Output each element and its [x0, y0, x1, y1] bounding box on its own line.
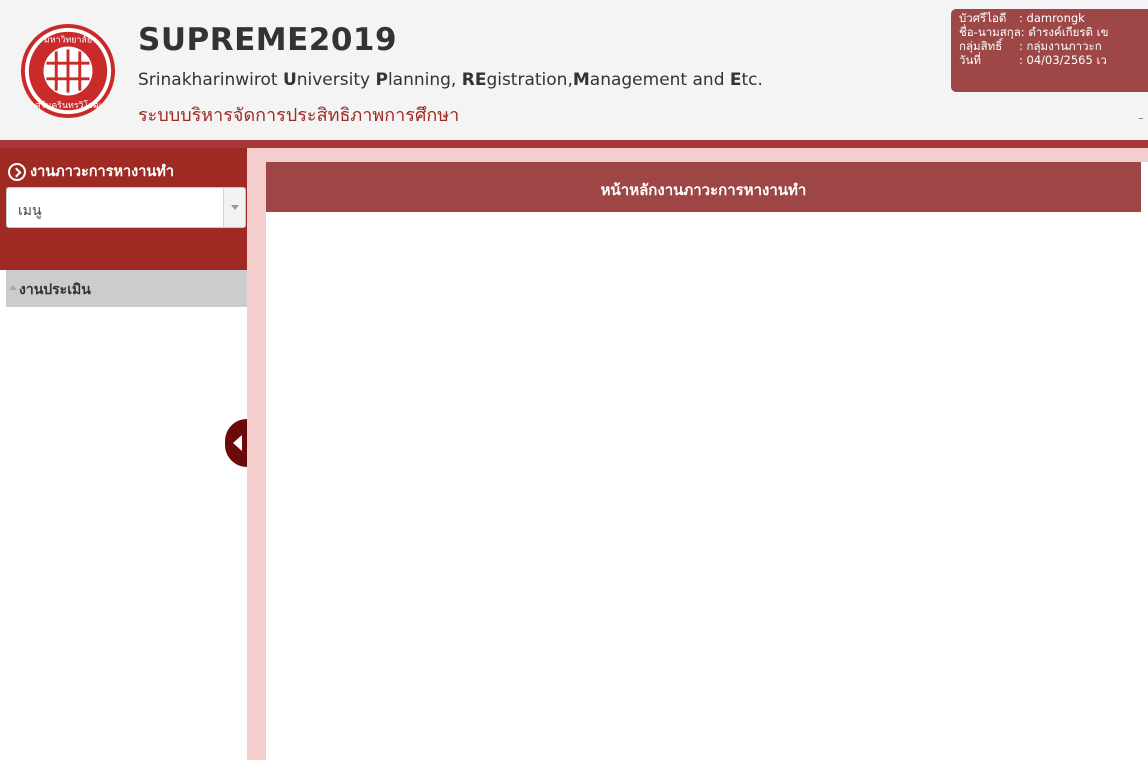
app-subtitle: Srinakharinwirot University Planning, RE… [138, 70, 763, 90]
user-id-value: : damrongk [1019, 11, 1085, 25]
chevron-down-icon[interactable] [223, 188, 245, 227]
subtitle-part: tc. [741, 70, 763, 90]
user-date-row: วันที่ : 04/03/2565 เว [959, 54, 1107, 67]
user-date-label: วันที่ [959, 53, 981, 67]
menu-select[interactable]: เมนู [6, 187, 246, 228]
app-subtitle-thai: ระบบบริหารจัดการประสิทธิภาพการศึกษา [138, 105, 460, 126]
header-divider-mark [1139, 118, 1143, 119]
header-bottom-bar [0, 140, 1148, 148]
user-id-label: บัวศรีไอดี [959, 11, 1007, 25]
user-id-row: บัวศรีไอดี : damrongk [959, 12, 1085, 25]
sidebar-header: งานภาวะการหางานทำ เมนู [0, 148, 247, 270]
app-header: มหาวิทยาลัย ศรีนครินทรวิโรฒ SUPREME2019 … [0, 0, 1148, 140]
main-content [266, 162, 1148, 760]
menu-select-value: เมนู [18, 203, 42, 219]
subtitle-part: M [572, 70, 590, 90]
subtitle-part: lanning, [387, 70, 462, 90]
user-name-value: ดำรงค์เกียรติ เข [1028, 25, 1109, 39]
subtitle-part: S [138, 70, 149, 90]
sidebar-title[interactable]: งานภาวะการหางานทำ [8, 160, 174, 183]
user-name-label: ชื่อ-นามสกุล: [959, 25, 1025, 39]
main-title-bar: หน้าหลักงานภาวะการหางานทำ [266, 162, 1141, 212]
sidebar-section-label: งานประเมิน [19, 282, 91, 298]
user-group-row: กลุ่มสิทธิ์ : กลุ่มงานภาวะก [959, 40, 1102, 53]
subtitle-part: U [282, 70, 297, 90]
subtitle-part: anagement and [589, 70, 730, 90]
subtitle-part: rinakharinwirot [148, 70, 283, 90]
logo-text-bottom: ศรีนครินทรวิโรฒ [35, 100, 101, 111]
app-title: SUPREME2019 [138, 22, 398, 58]
page-title: หน้าหลักงานภาวะการหางานทำ [600, 181, 807, 199]
chevron-right-circle-icon [8, 163, 26, 181]
user-name-row: ชื่อ-นามสกุล: ดำรงค์เกียรติ เข [959, 26, 1108, 39]
subtitle-part: gistration, [486, 70, 573, 90]
sidebar-section-evaluation[interactable]: งานประเมิน [6, 270, 247, 307]
user-group-label: กลุ่มสิทธิ์ [959, 39, 1003, 53]
sidebar-title-label: งานภาวะการหางานทำ [30, 164, 175, 180]
subtitle-part: P [375, 70, 388, 90]
subtitle-part: niversity [296, 70, 376, 90]
university-seal-icon: มหาวิทยาลัย ศรีนครินทรวิโรฒ [20, 23, 116, 119]
subtitle-part: RE [461, 70, 487, 90]
user-group-value: : กลุ่มงานภาวะก [1019, 39, 1102, 53]
logo-text-top: มหาวิทยาลัย [44, 36, 92, 46]
user-date-value: : 04/03/2565 เว [1019, 53, 1107, 67]
triangle-up-icon [9, 285, 17, 290]
user-info-panel: บัวศรีไอดี : damrongk ชื่อ-นามสกุล: ดำรงค… [951, 9, 1148, 92]
subtitle-part: E [729, 70, 742, 90]
sidebar: งานภาวะการหางานทำ เมนู งานประเมิน [0, 148, 247, 760]
